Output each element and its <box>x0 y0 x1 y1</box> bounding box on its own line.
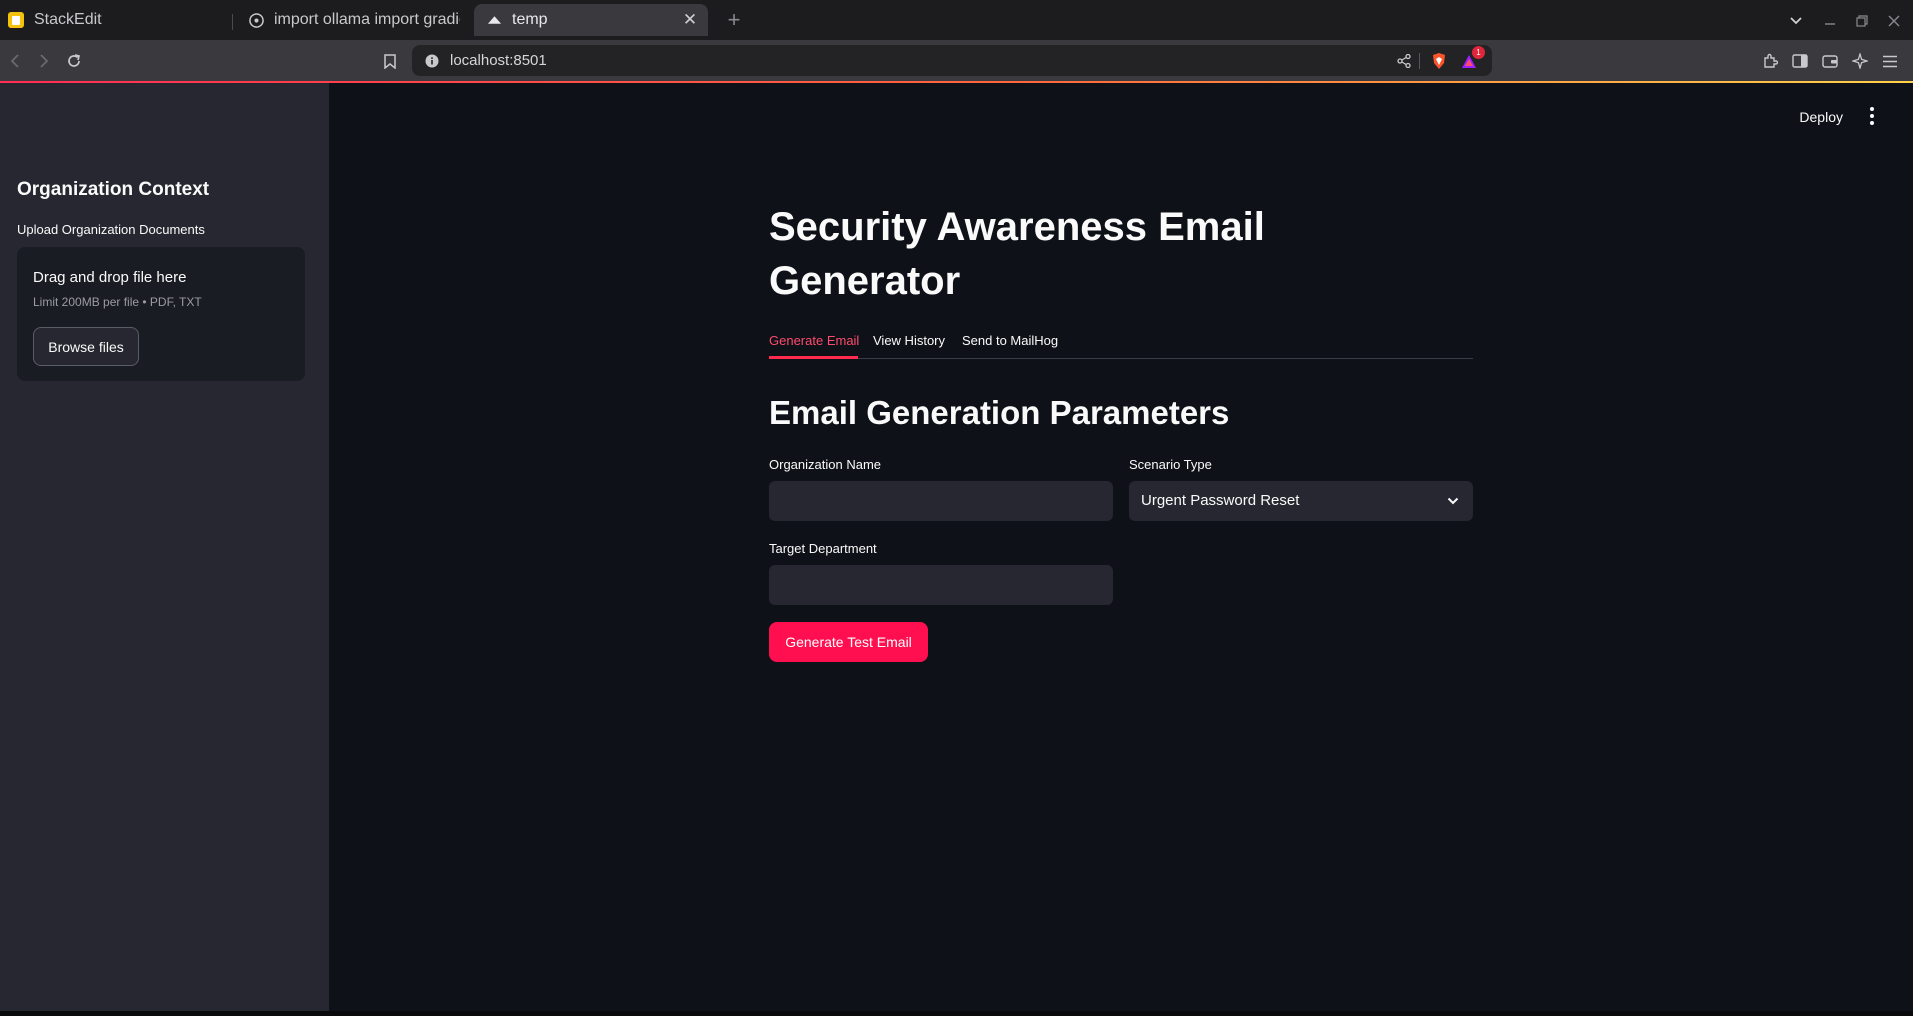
browser-tab-stackedit[interactable]: StackEdit <box>6 4 226 36</box>
main-area: Deploy Security Awareness Email Generato… <box>329 83 1913 1011</box>
active-tab-indicator <box>769 356 858 359</box>
back-icon[interactable] <box>2 48 28 74</box>
tab-list-chevron-icon[interactable] <box>1785 10 1807 32</box>
browser-toolbar: localhost:8501 1 <box>0 40 1913 81</box>
menu-icon[interactable] <box>1877 48 1903 74</box>
stackedit-icon <box>8 12 24 28</box>
forward-icon[interactable] <box>31 48 57 74</box>
url-separator <box>1419 53 1420 69</box>
tab-title: temp <box>512 11 548 28</box>
sidebar-title: Organization Context <box>17 179 210 200</box>
browser-tab-github[interactable]: import ollama import gradio <box>246 4 460 36</box>
extensions-icon[interactable] <box>1757 48 1783 74</box>
scenario-type-select[interactable]: Urgent Password Reset <box>1129 481 1473 521</box>
tab-title: import ollama import gradio <box>274 11 460 28</box>
address-bar[interactable]: localhost:8501 1 <box>412 45 1492 76</box>
target-department-label: Target Department <box>769 541 877 556</box>
new-tab-button[interactable]: + <box>722 8 746 32</box>
restore-icon[interactable] <box>1851 10 1873 32</box>
tab-separator <box>232 14 233 30</box>
dropzone-limit: Limit 200MB per file • PDF, TXT <box>33 295 202 309</box>
share-icon[interactable] <box>1394 51 1414 71</box>
reload-icon[interactable] <box>61 48 87 74</box>
streamlit-icon <box>486 12 502 28</box>
sidebar: Organization Context Upload Organization… <box>0 83 329 1011</box>
bookmark-icon[interactable] <box>377 48 403 74</box>
bottom-edge <box>0 1011 1913 1016</box>
github-icon <box>248 12 264 28</box>
dropzone-title: Drag and drop file here <box>33 269 187 286</box>
sidebar-toggle-icon[interactable] <box>1787 48 1813 74</box>
scenario-type-label: Scenario Type <box>1129 457 1212 472</box>
upload-label: Upload Organization Documents <box>17 222 205 237</box>
minimize-icon[interactable] <box>1819 10 1841 32</box>
leo-ai-icon[interactable] <box>1847 48 1873 74</box>
file-dropzone[interactable]: Drag and drop file here Limit 200MB per … <box>17 247 305 381</box>
main-menu-icon[interactable] <box>1861 105 1883 127</box>
target-department-input[interactable] <box>769 565 1113 605</box>
page-title: Security Awareness Email Generator <box>769 205 1265 303</box>
tab-generate-email[interactable]: Generate Email <box>769 333 859 348</box>
browse-files-button[interactable]: Browse files <box>33 327 139 366</box>
close-window-icon[interactable] <box>1883 10 1905 32</box>
close-tab-icon[interactable]: ✕ <box>680 10 700 30</box>
app-root: Organization Context Upload Organization… <box>0 83 1913 1011</box>
wallet-icon[interactable] <box>1817 48 1843 74</box>
generate-test-email-button[interactable]: Generate Test Email <box>769 622 928 662</box>
brave-rewards-icon[interactable]: 1 <box>1459 46 1485 71</box>
notification-badge: 1 <box>1472 46 1485 59</box>
url-text: localhost:8501 <box>450 52 547 69</box>
organization-name-label: Organization Name <box>769 457 881 472</box>
browser-tab-temp[interactable]: temp ✕ <box>474 4 708 36</box>
chevron-down-icon <box>1445 493 1461 509</box>
browser-tab-bar: StackEdit import ollama import gradio te… <box>0 0 1913 40</box>
brave-shields-icon[interactable] <box>1429 51 1449 71</box>
tab-title: StackEdit <box>34 11 102 28</box>
deploy-button[interactable]: Deploy <box>1799 109 1843 125</box>
site-info-icon[interactable] <box>422 51 442 71</box>
scenario-type-value: Urgent Password Reset <box>1141 492 1300 509</box>
tab-list: Generate Email View History Send to Mail… <box>769 329 1473 359</box>
section-title: Email Generation Parameters <box>769 394 1230 431</box>
tab-send-to-mailhog[interactable]: Send to MailHog <box>962 333 1058 348</box>
tab-view-history[interactable]: View History <box>873 333 945 348</box>
organization-name-input[interactable] <box>769 481 1113 521</box>
